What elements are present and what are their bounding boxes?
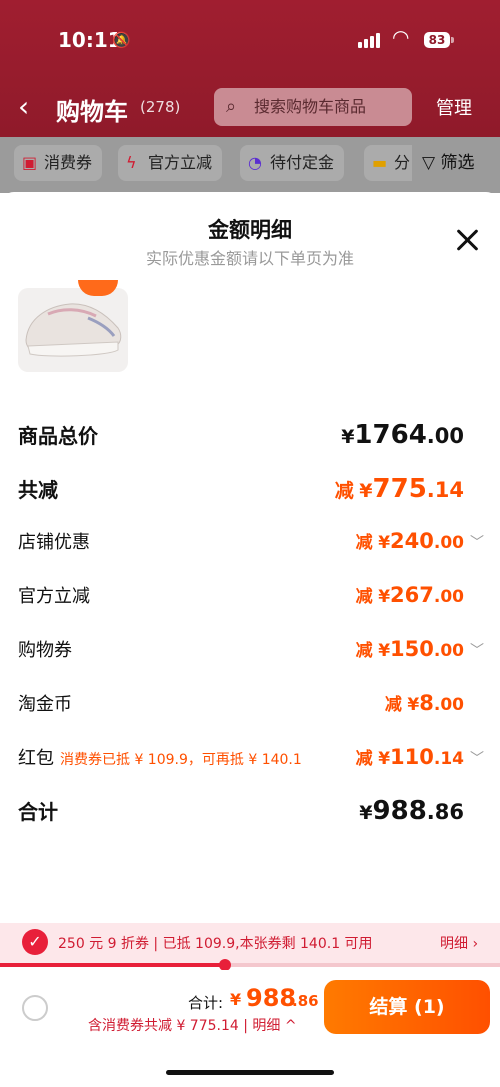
row-shopping-coupon[interactable]: 购物券 减 ¥150.00 ﹀	[0, 636, 500, 676]
row-amount: 减 ¥150.00	[355, 637, 464, 661]
select-all-checkbox[interactable]	[22, 995, 48, 1021]
filter-chip-official-discount[interactable]: ϟ 官方立减	[118, 145, 223, 181]
chevron-down-icon: ﹀	[470, 643, 484, 659]
row-grand-total: 合计 ¥988.86	[0, 796, 500, 836]
coupon-progress-fill	[0, 963, 225, 967]
page-title: 购物车	[56, 98, 128, 126]
row-amount: ¥988.86	[359, 796, 464, 826]
battery-indicator: 83	[424, 32, 450, 48]
row-label: 购物券	[18, 640, 72, 661]
signal-icon	[358, 33, 380, 48]
checkmark-icon[interactable]: ✓	[22, 929, 48, 955]
search-placeholder: 搜索购物车商品	[254, 97, 367, 116]
filter-label: 筛选	[440, 153, 475, 173]
row-amount: 减 ¥775.14	[334, 474, 464, 504]
row-label: 淘金币	[18, 694, 72, 715]
row-taojinbi: 淘金币 减 ¥8.00	[0, 690, 500, 730]
home-indicator	[166, 1070, 334, 1075]
row-amount: 减 ¥110.14	[355, 745, 464, 769]
checkout-bar: 合计: ¥ 988 .86 含消费券共减 ¥ 775.14 | 明细 ^ 结算 …	[0, 970, 500, 1087]
filter-chip-deposit[interactable]: ◔ 待付定金	[240, 145, 345, 181]
row-official-discount: 官方立减 减 ¥267.00	[0, 582, 500, 622]
chevron-down-icon: ﹀	[470, 751, 484, 767]
row-store-discount[interactable]: 店铺优惠 减 ¥240.00 ﹀	[0, 528, 500, 568]
flash-icon: ϟ	[126, 153, 137, 172]
row-amount: ¥1764.00	[341, 420, 464, 450]
row-red-packet[interactable]: 红包 消费券已抵 ¥ 109.9，可再抵 ¥ 140.1 减 ¥110.14 ﹀	[0, 744, 500, 784]
row-label: 商品总价	[18, 424, 98, 448]
row-label: 合计	[18, 800, 58, 824]
coupon-detail-link[interactable]: 明细 ›	[440, 933, 478, 953]
filter-chip-coupon[interactable]: ▣ 消费券	[14, 145, 103, 181]
nav-bar: ‹ 购物车 (278) ⌕ 搜索购物车商品 管理	[0, 86, 500, 130]
total-label: 合计:	[188, 994, 224, 1012]
coupon-text: 250 元 9 折券 | 已抵 109.9,本张券剩 140.1 可用	[58, 936, 373, 952]
coupon-bar[interactable]: ✓ 250 元 9 折券 | 已抵 109.9,本张券剩 140.1 可用 明细…	[0, 923, 500, 963]
back-button[interactable]: ‹	[18, 90, 29, 123]
filter-icon: ▽	[422, 153, 436, 173]
row-label: 共减	[18, 478, 58, 502]
saving-detail-link[interactable]: 含消费券共减 ¥ 775.14 | 明细 ^	[88, 1015, 297, 1035]
checkout-button[interactable]: 结算 (1)	[324, 980, 490, 1034]
row-amount: 减 ¥8.00	[384, 691, 464, 715]
manage-button[interactable]: 管理	[436, 94, 472, 120]
row-total-discount: 共减 减 ¥775.14	[0, 474, 500, 514]
sheet-title: 金额明细	[208, 218, 292, 242]
filter-chip-label: 官方立减	[148, 153, 213, 172]
red-packet-note: 消费券已抵 ¥ 109.9，可再抵 ¥ 140.1	[60, 752, 302, 768]
clock-icon: ◔	[248, 153, 262, 172]
row-amount: 减 ¥240.00	[355, 529, 464, 553]
total-currency: ¥	[230, 990, 242, 1009]
row-goods-total: 商品总价 ¥1764.00	[0, 420, 500, 460]
coupon-icon: ▣	[22, 153, 38, 172]
chevron-down-icon: ﹀	[470, 535, 484, 551]
wifi-icon: ◠	[392, 25, 410, 49]
sneaker-image	[25, 303, 122, 357]
product-thumbnail[interactable]	[18, 288, 128, 372]
sheet-subtitle: 实际优惠金额请以下单页为准	[145, 249, 354, 268]
filter-chip-label: 分	[394, 153, 411, 172]
total-amount-decimal: .86	[292, 992, 319, 1010]
row-amount: 减 ¥267.00	[355, 583, 464, 607]
filter-button[interactable]: ▽ 筛选	[412, 145, 500, 181]
row-label: 店铺优惠	[18, 532, 90, 553]
close-icon[interactable]	[452, 226, 482, 256]
row-label: 红包 消费券已抵 ¥ 109.9，可再抵 ¥ 140.1	[18, 748, 302, 769]
search-input[interactable]: ⌕ 搜索购物车商品	[214, 88, 412, 126]
row-label: 官方立减	[18, 586, 90, 607]
filter-chip-label: 消费券	[44, 153, 93, 172]
filter-chip-label: 待付定金	[270, 153, 335, 172]
search-icon: ⌕	[226, 96, 237, 117]
cart-count: (278)	[140, 98, 181, 116]
battery-tip	[451, 37, 454, 43]
filter-bar: ▣ 消费券 ϟ 官方立减 ◔ 待付定金 ▬ 分 ▽ 筛选	[0, 137, 500, 193]
status-bar: 10:11 🔕 ◠ 83	[0, 0, 500, 80]
folder-icon: ▬	[372, 153, 388, 172]
total-amount: 988	[246, 984, 297, 1012]
bell-slash-icon: 🔕	[112, 31, 131, 49]
